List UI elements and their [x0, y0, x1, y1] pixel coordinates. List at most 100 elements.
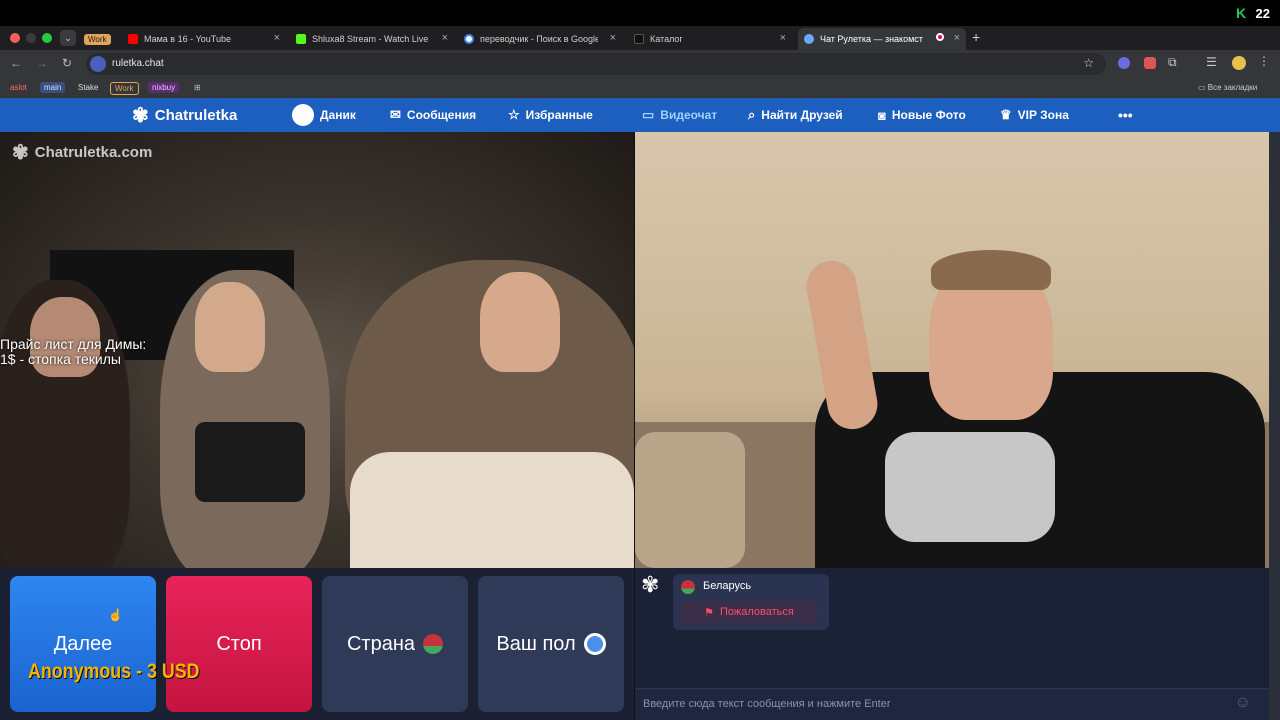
nav-label: Даник — [320, 108, 356, 122]
hair — [931, 250, 1051, 290]
chat-input[interactable]: Введите сюда текст сообщения и нажмите E… — [635, 688, 1269, 720]
minimize-window-button[interactable] — [26, 33, 36, 43]
next-label: Далее — [53, 632, 113, 655]
more-dots-icon: ••• — [1118, 107, 1133, 123]
avatar-icon — [292, 104, 314, 126]
nav-favorites[interactable]: ☆ Избранные — [508, 98, 593, 132]
close-icon[interactable]: × — [442, 32, 448, 44]
shirt-print — [885, 432, 1055, 542]
nav-label: Найти Друзей — [761, 108, 843, 122]
nav-label: Новые Фото — [891, 108, 966, 122]
person-face — [480, 272, 560, 372]
watermark-text: Chatruletka.com — [34, 144, 153, 161]
report-label: Пожаловаться — [720, 606, 794, 618]
tab-group-work[interactable]: Work — [82, 28, 122, 50]
partner-video: ✾ Chatruletka.com Прайс лист для Димы: 1… — [0, 132, 634, 568]
catalog-icon — [634, 34, 644, 44]
donation-alert: Anonymous - 3 USD — [28, 660, 200, 683]
site-navigation: ✾ Chatruletka Даник ✉ Сообщения ☆ Избран… — [0, 98, 1280, 132]
extensions-puzzle-icon[interactable]: ⧉ — [1168, 55, 1177, 70]
person-face — [195, 282, 265, 372]
reload-icon[interactable]: ↻ — [62, 56, 72, 70]
nav-videochat[interactable]: ▭ Видеочат — [642, 98, 717, 132]
tab-chatruletka[interactable]: Чат Рулетка — знакомст × — [798, 28, 966, 50]
tab-google[interactable]: переводчик - Поиск в Google × — [458, 28, 622, 50]
new-tab-plus-icon[interactable]: + — [972, 29, 980, 45]
country-button[interactable]: Страна — [322, 576, 468, 712]
bookmark-item[interactable]: aslot — [6, 82, 31, 93]
tab-catalog[interactable]: Каталог × — [628, 28, 792, 50]
pillow — [635, 432, 745, 568]
nav-find-friends[interactable]: ⌕ Найти Друзей — [748, 98, 843, 132]
maximize-window-button[interactable] — [42, 33, 52, 43]
os-status-number: 22 — [1255, 6, 1270, 21]
nav-vip[interactable]: ♛ VIP Зона — [1000, 98, 1069, 132]
site-logo[interactable]: ✾ Chatruletka — [132, 98, 237, 132]
mouse-cursor-icon: ☝ — [108, 608, 123, 622]
stop-button[interactable]: Стоп — [166, 576, 312, 712]
flower-logo-icon: ✾ — [641, 572, 660, 597]
extension-icon[interactable] — [1118, 57, 1130, 69]
chat-panel: ✾ Беларусь ⚑ Пожаловаться Введите сюда т… — [635, 568, 1269, 720]
close-icon[interactable]: × — [780, 32, 786, 44]
tab-label: Чат Рулетка — знакомст — [820, 34, 923, 44]
menu-kebab-icon[interactable]: ⋮ — [1258, 54, 1270, 68]
search-icon: ⌕ — [748, 107, 756, 122]
nav-more-button[interactable]: ••• — [1118, 98, 1133, 132]
bookmark-item[interactable]: Work — [110, 82, 139, 95]
gender-label: Ваш пол — [496, 632, 576, 655]
mail-icon: ✉ — [390, 107, 401, 122]
browser-tab-strip: ⌄ Work Мама в 16 - YouTube × Shluxa8 Str… — [0, 26, 1280, 50]
youtube-icon — [128, 34, 138, 44]
close-icon[interactable]: × — [954, 32, 960, 44]
emoji-icon[interactable]: ☺ — [1235, 694, 1251, 712]
address-bar[interactable]: ruletka.chat ☆ — [86, 53, 1106, 75]
back-arrow-icon[interactable]: ← — [10, 56, 22, 70]
close-icon[interactable]: × — [610, 32, 616, 44]
nav-label: Сообщения — [406, 108, 477, 122]
report-button[interactable]: ⚑ Пожаловаться — [681, 601, 817, 623]
watermark: ✾ Chatruletka.com — [12, 140, 152, 165]
bookmark-item[interactable]: Stake — [74, 82, 102, 93]
nav-profile[interactable]: Даник — [292, 98, 356, 132]
apps-grid-icon[interactable]: ⊞ — [190, 82, 205, 93]
gender-button[interactable]: Ваш пол — [478, 576, 624, 712]
bookmark-star-icon[interactable]: ☆ — [1083, 56, 1094, 70]
crown-icon: ♛ — [1000, 107, 1012, 122]
bookmarks-bar: aslot main Stake Work nixbuy ⊞ ▭ Все зак… — [0, 78, 1280, 98]
forward-arrow-icon[interactable]: → — [36, 56, 48, 70]
avatar[interactable] — [1232, 56, 1246, 70]
site-info-icon[interactable] — [90, 56, 106, 72]
video-icon: ▭ — [642, 107, 655, 122]
nav-new-photos[interactable]: ◙ Новые Фото — [878, 98, 966, 132]
folder-icon: ▭ — [1198, 83, 1208, 92]
next-button[interactable]: Далее — [10, 576, 156, 712]
nav-label: Избранные — [525, 108, 593, 122]
belarus-flag-icon — [681, 580, 695, 594]
chatruletka-icon — [804, 34, 814, 44]
bookmark-item[interactable]: nixbuy — [148, 82, 180, 93]
male-avatar-icon — [583, 633, 606, 655]
star-icon: ☆ — [508, 107, 520, 122]
k-app-icon[interactable]: K — [1236, 6, 1248, 20]
all-bookmarks-label: Все закладки — [1207, 83, 1258, 92]
close-window-button[interactable] — [10, 33, 20, 43]
arm — [802, 256, 882, 434]
address-toolbar: ← → ↻ ruletka.chat ☆ ⧉ ☰ ⋮ — [0, 50, 1280, 78]
all-bookmarks[interactable]: ▭ Все закладки — [1194, 82, 1261, 93]
close-icon[interactable]: × — [274, 32, 280, 44]
tab-label: Мама в 16 - YouTube — [144, 34, 231, 44]
country-name: Беларусь — [703, 580, 752, 592]
nav-messages[interactable]: ✉ Сообщения — [390, 98, 476, 132]
logo-text: Chatruletka — [154, 106, 238, 124]
bookmark-item[interactable]: main — [40, 82, 66, 93]
recording-icon — [936, 33, 944, 41]
tab-youtube[interactable]: Мама в 16 - YouTube × — [122, 28, 286, 50]
extension-icon[interactable] — [1144, 57, 1156, 69]
kick-icon — [296, 34, 306, 44]
tab-stream[interactable]: Shluxa8 Stream - Watch Live × — [290, 28, 454, 50]
tab-label: Shluxa8 Stream - Watch Live — [312, 34, 429, 44]
controls-panel: Далее Стоп Страна Ваш пол ☝ — [0, 568, 634, 720]
tab-search-chevron-icon[interactable]: ⌄ — [60, 30, 76, 46]
reading-list-icon[interactable]: ☰ — [1206, 55, 1217, 69]
